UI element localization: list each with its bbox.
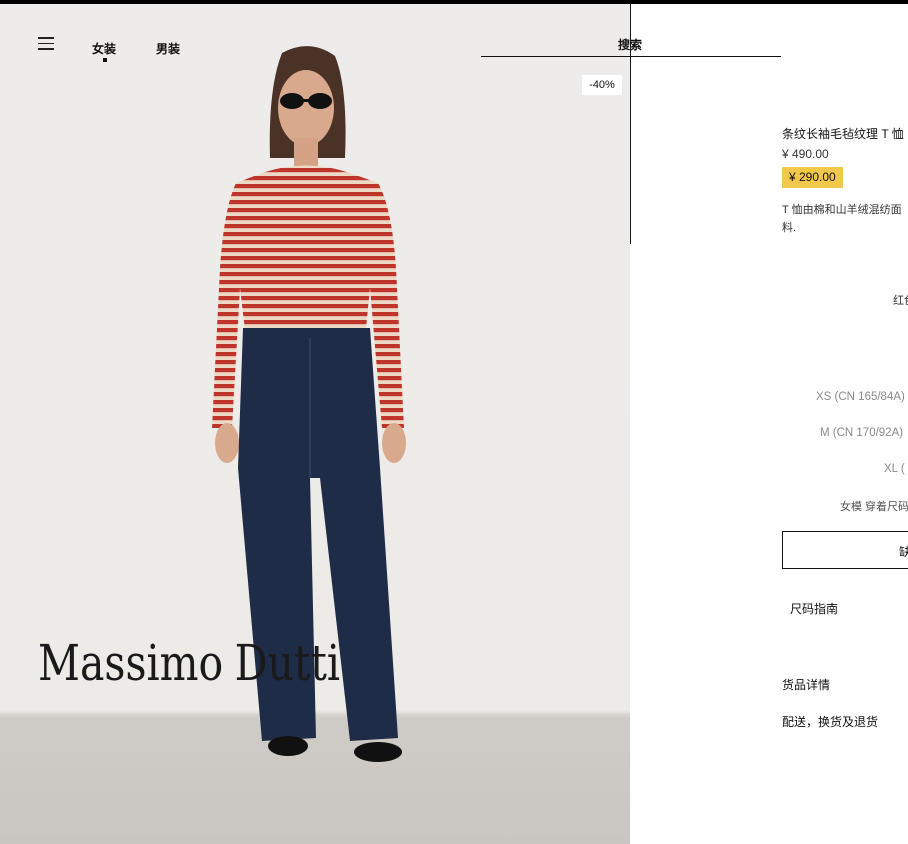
hero-image: 女装 男装 -40% Massimo Dutti [0, 4, 630, 844]
nav-active-indicator [103, 58, 107, 62]
product-title: 条纹长袖毛毡纹理 T 恤 [782, 127, 904, 141]
add-button-label: 缺 [899, 545, 908, 559]
product-details-link[interactable]: 货品详情 [782, 676, 830, 693]
search-underline [481, 56, 781, 57]
size-option-m[interactable]: M (CN 170/92A) [820, 427, 903, 439]
color-label: 红色 [893, 295, 908, 307]
product-description: T 恤由棉和山羊绒混纺面料. [782, 204, 902, 234]
logo-word-2: Dutti [234, 634, 341, 692]
sale-price: ¥ 290.00 [782, 167, 843, 188]
shipping-returns-link[interactable]: 配送，换货及退货 [782, 713, 878, 730]
size-option-xl[interactable]: XL ( [884, 463, 905, 475]
nav-men[interactable]: 男装 [156, 40, 180, 57]
brand-logo: Massimo Dutti [38, 634, 340, 692]
add-to-cart-button[interactable]: 缺 [782, 531, 908, 569]
discount-badge: -40% [582, 75, 622, 95]
hamburger-icon[interactable] [38, 37, 54, 51]
model-photo [212, 46, 406, 762]
search-button[interactable]: 搜索 [618, 36, 642, 53]
size-guide-link[interactable]: 尺码指南 [790, 600, 838, 617]
model-size-note: 女模 穿着尺码 [840, 501, 908, 513]
logo-word-1: Massimo [38, 634, 224, 692]
original-price: ¥ 490.00 [782, 147, 829, 161]
nav-women[interactable]: 女装 [92, 40, 116, 57]
size-option-xs[interactable]: XS (CN 165/84A) [816, 391, 905, 403]
